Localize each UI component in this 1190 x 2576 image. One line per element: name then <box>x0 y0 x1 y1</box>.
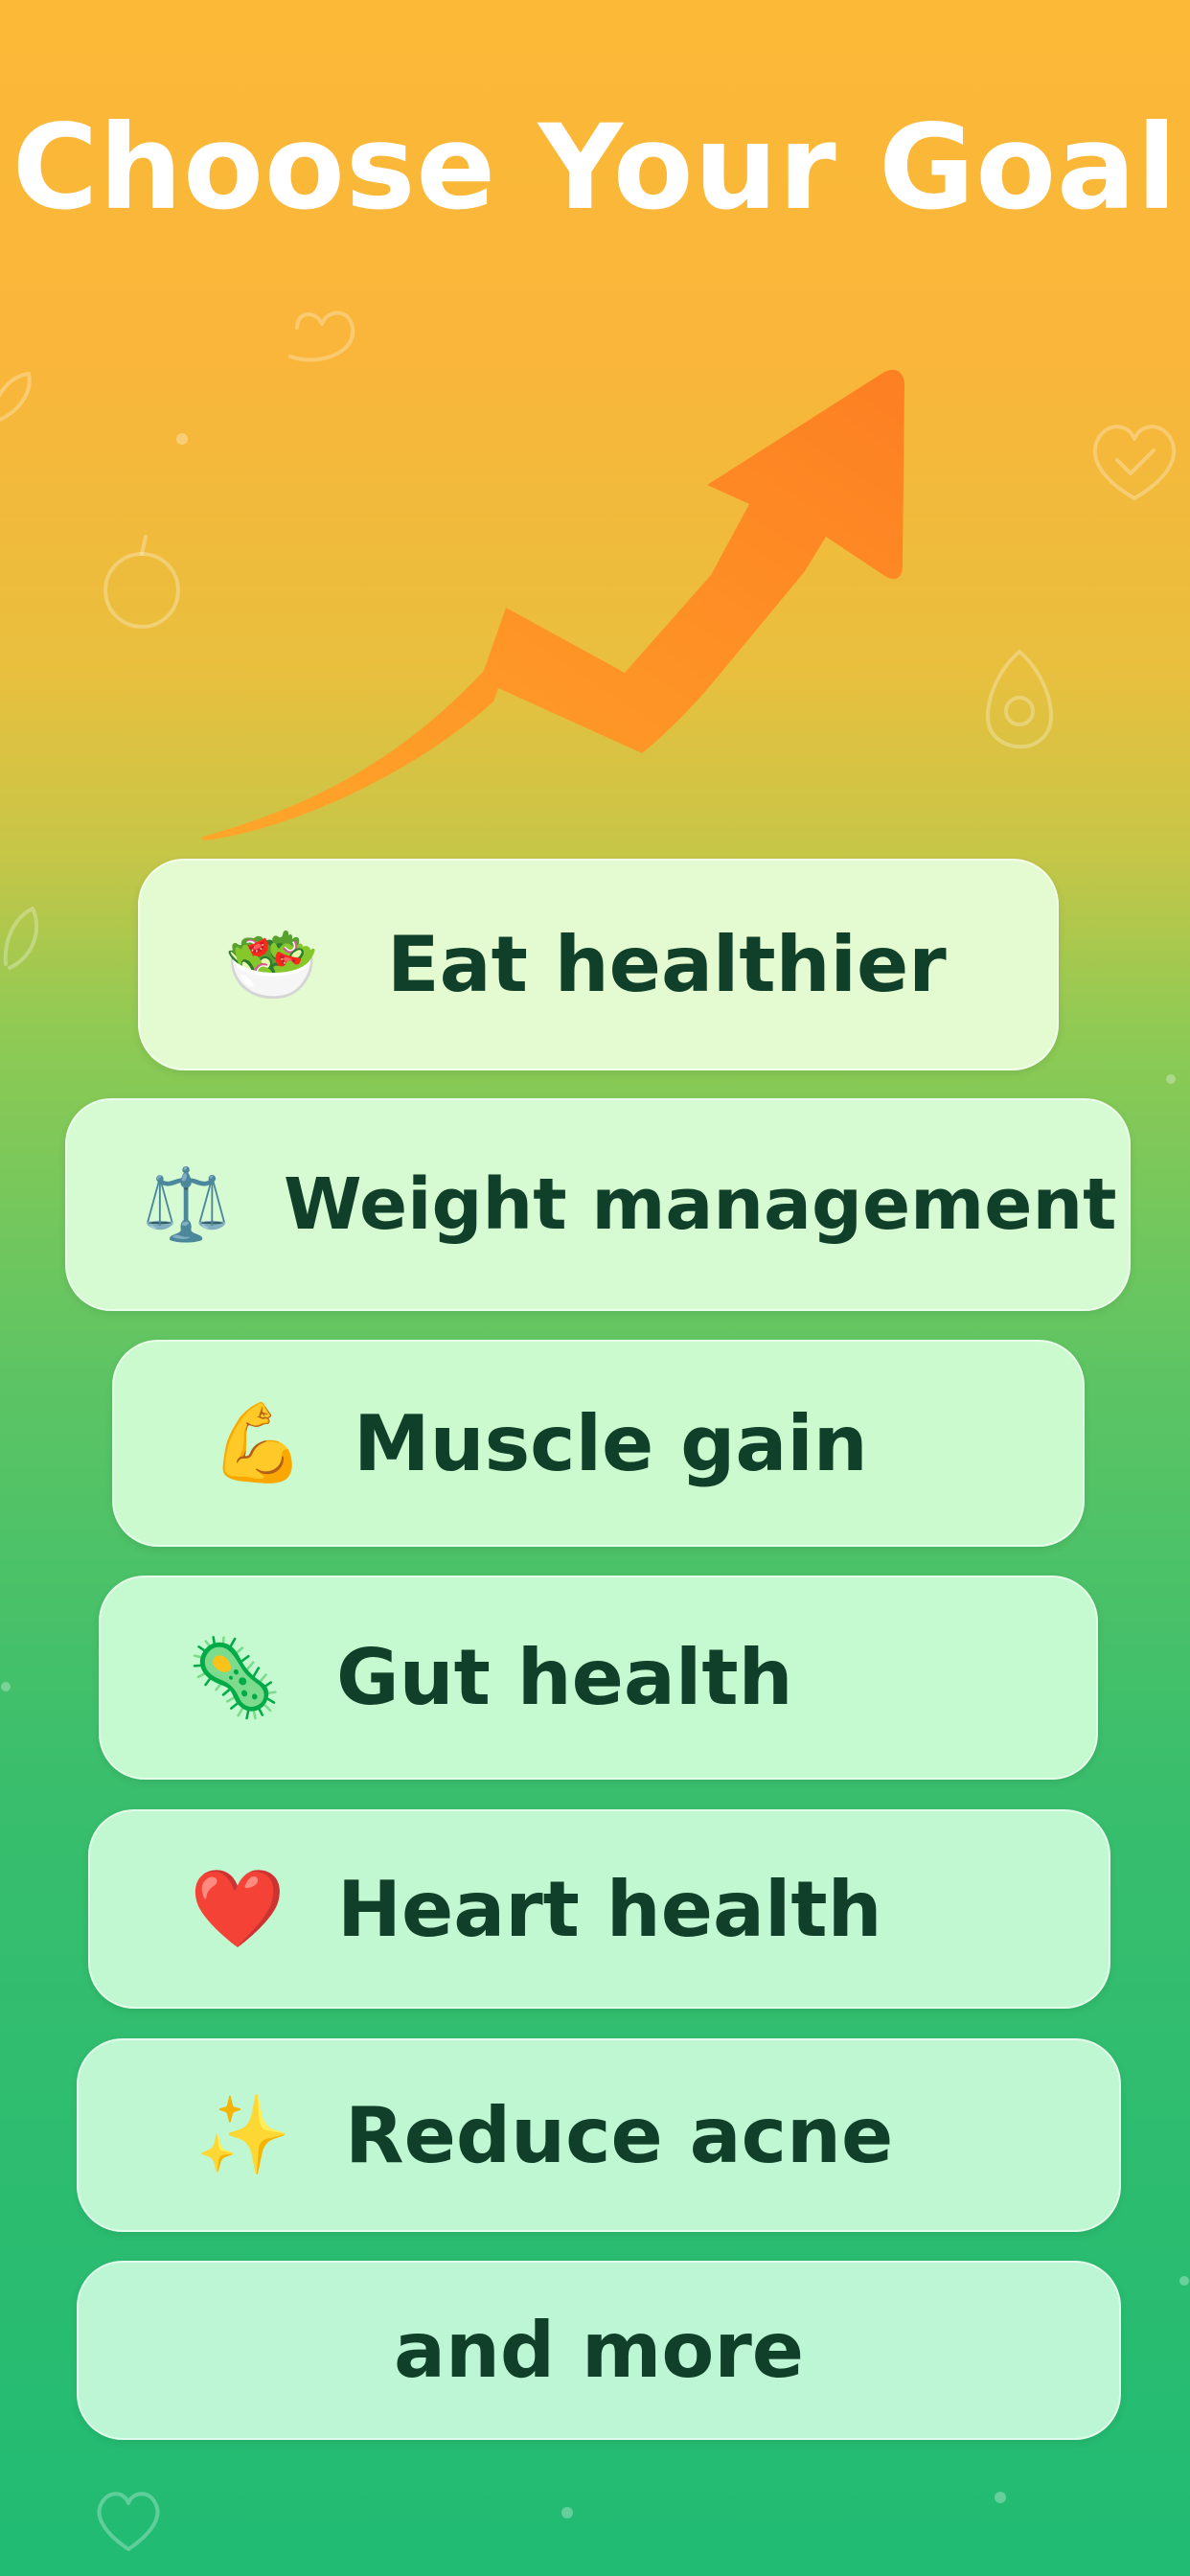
goal-option-eat-healthier[interactable]: 🥗 Eat healthier <box>138 859 1059 1070</box>
goal-label: Eat healthier <box>387 920 947 1009</box>
goal-label: Reduce acne <box>345 2090 894 2180</box>
heart-check-icon <box>1092 425 1177 500</box>
goal-option-heart-health[interactable]: ❤️ Heart health <box>88 1809 1110 2009</box>
flexed-bicep-icon: 💪 <box>210 1398 306 1487</box>
leaf-outline-icon <box>0 372 32 422</box>
salad-bowl-icon: 🥗 <box>224 919 320 1009</box>
goal-option-muscle-gain[interactable]: 💪 Muscle gain <box>112 1340 1085 1547</box>
goal-option-reduce-acne[interactable]: ✨ Reduce acne <box>77 2038 1121 2232</box>
goal-label: Heart health <box>337 1864 882 1954</box>
microbe-icon: 🦠 <box>187 1632 283 1722</box>
sparkles-icon: ✨ <box>195 2090 291 2179</box>
goal-label: Muscle gain <box>354 1398 868 1488</box>
heart-outline-icon <box>97 2492 160 2551</box>
apple-outline-icon <box>103 535 180 629</box>
goal-option-weight-management[interactable]: ⚖️ Weight management <box>65 1098 1131 1311</box>
goal-label: Weight management <box>284 1163 1117 1246</box>
balance-scale-icon: ⚖️ <box>142 1163 231 1246</box>
avocado-outline-icon <box>985 650 1054 749</box>
leaf-outline-icon <box>3 907 39 970</box>
goal-label: Gut health <box>336 1633 793 1722</box>
red-heart-icon: ❤️ <box>190 1864 286 1953</box>
page-title: Choose Your Goal <box>11 100 1179 236</box>
goal-label: and more <box>393 2306 805 2395</box>
goal-option-gut-health[interactable]: 🦠 Gut health <box>99 1576 1098 1780</box>
goal-option-and-more[interactable]: and more <box>77 2261 1121 2440</box>
heart-outline-icon <box>288 310 355 362</box>
